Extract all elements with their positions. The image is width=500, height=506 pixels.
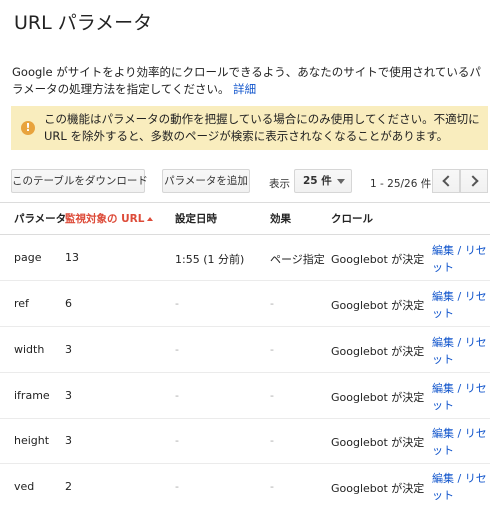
- add-parameter-button[interactable]: パラメータを追加: [162, 169, 250, 193]
- crawl-value: Googlebot が決定: [331, 299, 425, 312]
- edit-reset-link[interactable]: 編集 / リセット: [432, 242, 492, 276]
- column-header-date[interactable]: 設定日時: [175, 211, 217, 226]
- effect-value: -: [270, 343, 274, 356]
- configured-date: -: [175, 297, 179, 310]
- param-name: ref: [14, 297, 29, 310]
- monitored-url-count: 3: [65, 434, 72, 447]
- crawl-value: Googlebot が決定: [331, 253, 425, 266]
- edit-reset-link[interactable]: 編集 / リセット: [432, 425, 492, 459]
- param-name: width: [14, 343, 45, 356]
- row-divider: [0, 280, 490, 281]
- param-name: page: [14, 251, 42, 264]
- warning-text: この機能はパラメータの動作を把握している場合にのみ使用してください。不適切に U…: [44, 112, 480, 143]
- row-divider: [0, 326, 490, 327]
- monitored-url-count: 3: [65, 389, 72, 402]
- monitored-url-count: 6: [65, 297, 72, 310]
- page-size-select[interactable]: 25 件: [294, 169, 352, 193]
- edit-reset-link[interactable]: 編集 / リセット: [432, 288, 492, 322]
- chevron-left-icon: [442, 175, 454, 187]
- page-size-label: 表示: [269, 178, 290, 190]
- row-divider: [0, 372, 490, 373]
- monitored-url-count: 2: [65, 480, 72, 493]
- monitored-url-count: 13: [65, 251, 79, 264]
- column-header-crawl[interactable]: クロール: [331, 211, 373, 226]
- table-header-divider: [0, 234, 490, 235]
- effect-value: -: [270, 434, 274, 447]
- chevron-right-icon: [467, 175, 479, 187]
- param-name: iframe: [14, 389, 50, 402]
- configured-date: -: [175, 480, 179, 493]
- effect-value: -: [270, 389, 274, 402]
- next-page-button[interactable]: [460, 169, 488, 193]
- previous-page-button[interactable]: [432, 169, 460, 193]
- sort-ascending-icon: [147, 217, 154, 221]
- effect-value: ページ指定: [270, 253, 325, 266]
- configured-date: 1:55 (1 分前): [175, 253, 245, 266]
- effect-value: -: [270, 297, 274, 310]
- table-top-divider: [0, 202, 490, 203]
- crawl-value: Googlebot が決定: [331, 436, 425, 449]
- edit-reset-link[interactable]: 編集 / リセット: [432, 470, 492, 504]
- column-header-monitored-urls[interactable]: 監視対象の URL: [65, 211, 154, 226]
- configured-date: -: [175, 434, 179, 447]
- row-divider: [0, 463, 490, 464]
- row-divider: [0, 418, 490, 419]
- effect-value: -: [270, 480, 274, 493]
- crawl-value: Googlebot が決定: [331, 482, 425, 495]
- crawl-value: Googlebot が決定: [331, 391, 425, 404]
- column-header-parameter[interactable]: パラメータ: [14, 211, 66, 226]
- chevron-down-icon: [337, 179, 345, 184]
- download-table-button[interactable]: このテーブルをダウンロード: [11, 169, 148, 193]
- warning-icon: !: [21, 121, 35, 135]
- param-name: ved: [14, 480, 35, 493]
- edit-reset-link[interactable]: 編集 / リセット: [432, 334, 492, 368]
- configured-date: -: [175, 389, 179, 402]
- configured-date: -: [175, 343, 179, 356]
- edit-reset-link[interactable]: 編集 / リセット: [432, 380, 492, 414]
- pagination-range: 1 - 25/26 件: [370, 178, 432, 190]
- column-header-effect[interactable]: 効果: [270, 211, 291, 226]
- page-size-value: 25 件: [303, 175, 332, 187]
- column-header-monitored-urls-label: 監視対象の URL: [65, 213, 145, 225]
- page-title: URL パラメータ: [14, 12, 153, 34]
- crawl-value: Googlebot が決定: [331, 345, 425, 358]
- param-name: height: [14, 434, 50, 447]
- monitored-url-count: 3: [65, 343, 72, 356]
- intro-text: Google がサイトをより効率的にクロールできるよう、あなたのサイトで使用され…: [12, 64, 490, 98]
- warning-alert: ! この機能はパラメータの動作を把握している場合にのみ使用してください。不適切に…: [11, 106, 488, 150]
- learn-more-link[interactable]: 詳細: [233, 82, 256, 96]
